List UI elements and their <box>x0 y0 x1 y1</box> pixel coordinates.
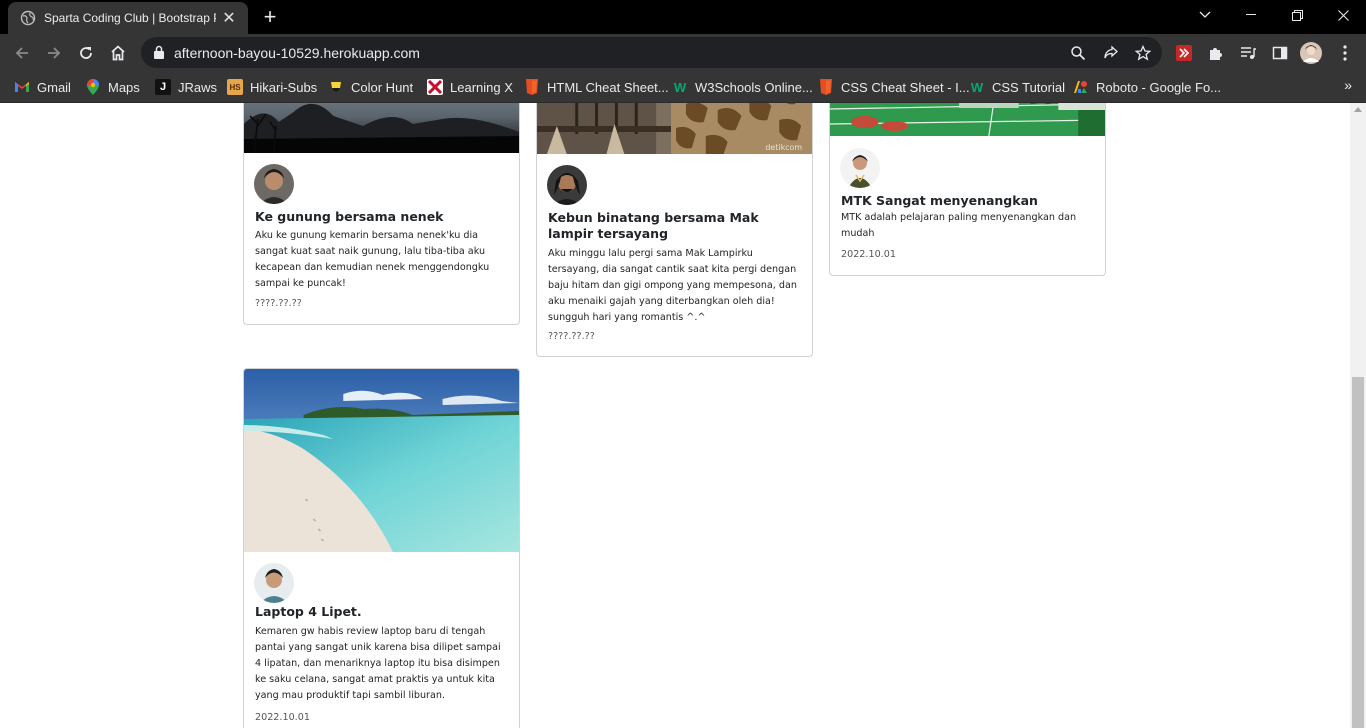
bookmark-jraws[interactable]: J JRaws <box>155 77 217 97</box>
googlefonts-icon <box>1073 79 1089 95</box>
post-card: Laptop 4 Lipet. Kemaren gw habis review … <box>243 368 520 728</box>
share-icon[interactable] <box>1101 43 1121 63</box>
w3schools-icon: W <box>970 79 984 95</box>
avatar <box>840 148 880 188</box>
post-card: Ke gunung bersama nenek Aku ke gunung ke… <box>243 103 520 325</box>
gmail-icon <box>14 79 30 95</box>
bookmark-label: JRaws <box>178 79 218 95</box>
minimize-button[interactable] <box>1228 0 1274 30</box>
reload-icon[interactable] <box>72 39 100 67</box>
bookmark-label: HTML Cheat Sheet... <box>547 79 669 95</box>
bookmark-w3schools[interactable]: W W3Schools Online... <box>672 77 813 97</box>
post-card: MTK Sangat menyenangkan MTK adalah pelaj… <box>829 103 1106 276</box>
bookmark-star-icon[interactable] <box>1133 43 1153 63</box>
home-icon[interactable] <box>104 39 132 67</box>
bookmarks-bar: Gmail Maps J JRaws HS Hikari-Subs Color … <box>0 71 1366 103</box>
scrollbar-thumb[interactable] <box>1352 377 1364 728</box>
card-date: 2022.10.01 <box>255 712 310 723</box>
card-date: 2022.10.01 <box>841 249 896 260</box>
card-date: ????.??.?? <box>255 298 302 309</box>
avatar <box>547 165 587 205</box>
watermark-text: detikcom <box>765 143 802 152</box>
bookmark-learning-x[interactable]: Learning X <box>427 77 513 97</box>
bookmark-label: Hikari-Subs <box>250 79 318 95</box>
card-text: Aku ke gunung kemarin bersama nenek'ku d… <box>255 230 490 290</box>
jraws-icon: J <box>155 79 171 95</box>
close-window-button[interactable] <box>1320 0 1366 30</box>
bookmark-label: Color Hunt <box>351 79 414 95</box>
profile-avatar[interactable] <box>1300 42 1322 64</box>
avatar <box>254 164 294 204</box>
new-tab-button[interactable]: + <box>258 5 282 29</box>
puzzle-extensions-icon[interactable] <box>1205 42 1227 64</box>
forward-arrow-icon[interactable] <box>40 39 68 67</box>
back-arrow-icon[interactable] <box>8 39 36 67</box>
maps-icon <box>85 79 101 95</box>
bookmark-gmail[interactable]: Gmail <box>14 77 71 97</box>
address-bar[interactable]: afternoon-bayou-10529.herokuapp.com <box>141 37 1162 68</box>
globe-icon <box>20 10 36 26</box>
mountain-image <box>244 103 519 153</box>
url-text[interactable]: afternoon-bayou-10529.herokuapp.com <box>174 45 420 61</box>
html5-icon <box>818 79 834 95</box>
media-queue-icon[interactable] <box>1237 42 1259 64</box>
tab-search-chevron-icon[interactable] <box>1182 0 1228 30</box>
learningx-icon <box>427 79 443 95</box>
card-text: Kemaren gw habis review laptop baru di t… <box>255 626 501 702</box>
bookmark-label: Learning X <box>450 79 513 95</box>
sports-court-image <box>830 103 1105 136</box>
bookmark-html-cheat-sheet[interactable]: HTML Cheat Sheet... <box>524 77 669 97</box>
bookmark-label: Maps <box>108 79 140 95</box>
bookmark-roboto[interactable]: Roboto - Google Fo... <box>1073 77 1221 97</box>
card-title: Laptop 4 Lipet. <box>255 604 362 619</box>
menu-kebab-icon[interactable] <box>1334 42 1356 64</box>
colorhunt-icon <box>328 79 344 95</box>
bookmark-label: W3Schools Online... <box>695 79 813 95</box>
hikari-icon: HS <box>227 79 243 95</box>
bookmark-label: Roboto - Google Fo... <box>1096 79 1222 95</box>
card-text: MTK adalah pelajaran paling menyenangkan… <box>841 212 1077 240</box>
scroll-up-arrow-icon[interactable] <box>1354 107 1362 112</box>
page-scrollbar[interactable] <box>1350 103 1366 728</box>
bookmark-label: Gmail <box>37 79 71 95</box>
zoom-icon[interactable] <box>1068 43 1088 63</box>
bookmark-maps[interactable]: Maps <box>85 77 140 97</box>
bookmark-css-cheat-sheet[interactable]: CSS Cheat Sheet - I... <box>818 77 970 97</box>
lock-icon[interactable] <box>153 45 167 59</box>
bookmark-color-hunt[interactable]: Color Hunt <box>328 77 413 97</box>
zoo-giraffe-image: detikcom <box>537 103 812 154</box>
bookmark-hikari-subs[interactable]: HS Hikari-Subs <box>227 77 317 97</box>
card-text: Aku minggu lalu pergi sama Mak Lampirku … <box>548 248 797 324</box>
card-date: ????.??.?? <box>548 331 595 342</box>
tab-title: Sparta Coding Club | Bootstrap P <box>44 11 216 25</box>
bookmarks-overflow-chevron-icon[interactable]: » <box>1344 77 1352 93</box>
side-panel-icon[interactable] <box>1269 42 1291 64</box>
card-title: Ke gunung bersama nenek <box>255 209 444 224</box>
beach-image <box>244 369 519 552</box>
close-tab-icon[interactable]: ✕ <box>220 9 238 27</box>
bookmark-label: CSS Cheat Sheet - I... <box>841 79 970 95</box>
bookmark-css-tutorial[interactable]: W CSS Tutorial <box>969 77 1065 97</box>
avatar <box>254 563 294 603</box>
bookmark-label: CSS Tutorial <box>992 79 1065 95</box>
browser-tab[interactable]: Sparta Coding Club | Bootstrap P ✕ <box>8 2 248 34</box>
restore-button[interactable] <box>1274 0 1320 30</box>
browser-toolbar: afternoon-bayou-10529.herokuapp.com <box>0 34 1366 71</box>
card-title: MTK Sangat menyenangkan <box>841 193 1038 208</box>
page-viewport: Ke gunung bersama nenek Aku ke gunung ke… <box>0 103 1350 728</box>
card-title: Kebun binatang bersama Mak lampir tersay… <box>548 210 759 241</box>
html5-icon <box>524 79 540 95</box>
post-card: detikcom Kebun binatang bersama Mak lamp… <box>536 103 813 357</box>
browser-titlebar: Sparta Coding Club | Bootstrap P ✕ + <box>0 0 1366 34</box>
w3schools-icon: W <box>673 79 687 95</box>
extension-red-icon[interactable] <box>1173 42 1195 64</box>
